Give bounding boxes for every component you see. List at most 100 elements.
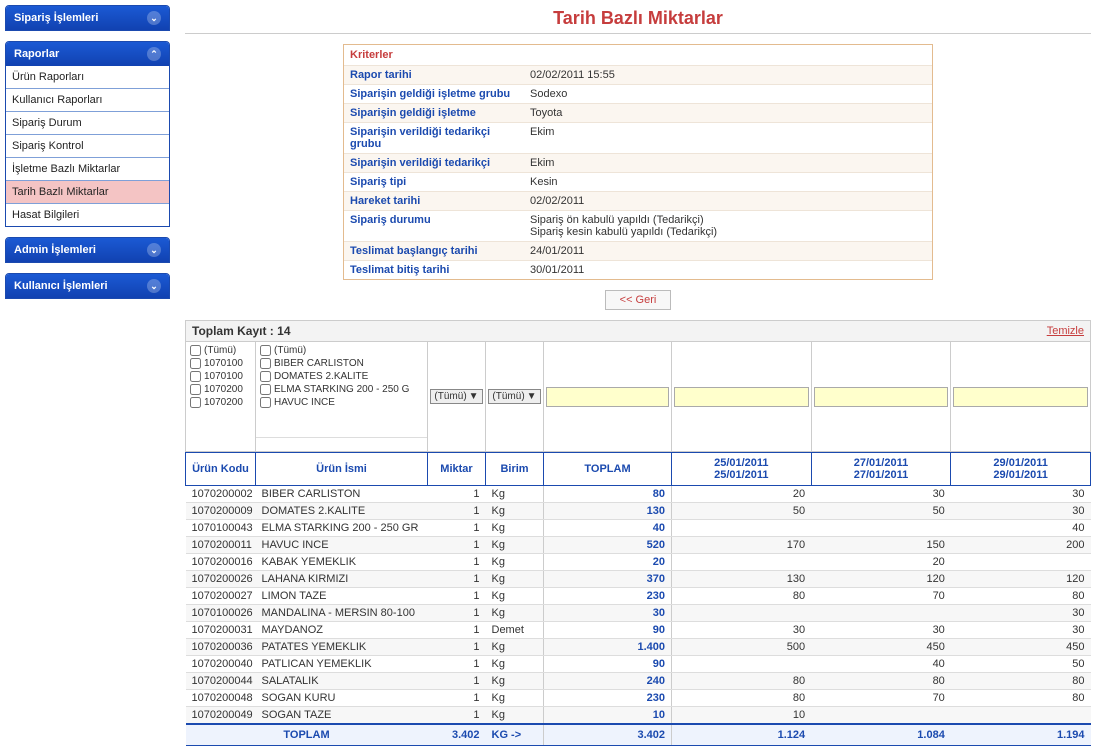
filter-item[interactable]: BIBER CARLISTON xyxy=(258,357,425,370)
cell-code: 1070200044 xyxy=(186,673,256,690)
filter-zone: (Tümü) 1070100 1070100 1070200 1070200 (… xyxy=(185,342,1091,452)
table-row[interactable]: 1070200031MAYDANOZ1Demet90303030 xyxy=(186,622,1091,639)
cell-birim: Kg xyxy=(486,554,544,571)
cell-code: 1070200036 xyxy=(186,639,256,656)
criteria-row: Hareket tarihi02/02/2011 xyxy=(344,191,932,210)
cell-date-value: 150 xyxy=(811,537,951,554)
cell-date-value: 30 xyxy=(811,622,951,639)
filter-item[interactable]: HAVUC INCE xyxy=(258,396,425,409)
criteria-box: Kriterler Rapor tarihi02/02/2011 15:55 Si… xyxy=(343,44,933,280)
sidebar-item[interactable]: Kullanıcı Raporları xyxy=(6,88,169,111)
filter-toplam-input[interactable] xyxy=(546,387,669,407)
table-row[interactable]: 1070200044SALATALIK1Kg240808080 xyxy=(186,673,1091,690)
cell-date-value xyxy=(672,656,812,673)
table-row[interactable]: 1070200036PATATES YEMEKLIK1Kg1.400500450… xyxy=(186,639,1091,656)
cell-toplam: 370 xyxy=(544,571,672,588)
table-row[interactable]: 1070200026LAHANA KIRMIZI1Kg370130120120 xyxy=(186,571,1091,588)
filter-list-names[interactable]: (Tümü) BIBER CARLISTON DOMATES 2.KALITE … xyxy=(256,342,427,437)
filter-scroll-x[interactable] xyxy=(256,437,427,451)
cell-date-value xyxy=(672,605,812,622)
filter-item[interactable]: DOMATES 2.KALITE xyxy=(258,370,425,383)
cell-miktar: 1 xyxy=(428,656,486,673)
nav-label: Kullanıcı İşlemleri xyxy=(14,280,108,292)
checkbox[interactable] xyxy=(260,384,271,395)
table-row[interactable]: 1070100026MANDALINA - MERSIN 80-1001Kg30… xyxy=(186,605,1091,622)
sidebar-item[interactable]: İşletme Bazlı Miktarlar xyxy=(6,157,169,180)
nav-header-raporlar[interactable]: Raporlar ⌃ xyxy=(6,42,169,66)
chevron-down-icon: ⌄ xyxy=(147,279,161,293)
cell-date-value: 20 xyxy=(811,554,951,571)
table-row[interactable]: 1070200011HAVUC INCE1Kg520170150200 xyxy=(186,537,1091,554)
cell-toplam: 130 xyxy=(544,503,672,520)
cell-miktar: 1 xyxy=(428,486,486,503)
checkbox[interactable] xyxy=(190,358,201,369)
filter-miktar-all[interactable]: (Tümü)▼ xyxy=(430,389,482,404)
table-row[interactable]: 1070200040PATLICAN YEMEKLIK1Kg904050 xyxy=(186,656,1091,673)
cell-name: LIMON TAZE xyxy=(256,588,428,605)
criteria-row: Teslimat bitiş tarihi30/01/2011 xyxy=(344,260,932,279)
checkbox[interactable] xyxy=(260,397,271,408)
filter-item[interactable]: 1070200 xyxy=(188,396,253,409)
filter-item[interactable]: 1070200 xyxy=(188,383,253,396)
th-date-0[interactable]: 25/01/201125/01/2011 xyxy=(672,453,812,486)
cell-date-value: 30 xyxy=(951,622,1091,639)
filter-list-codes[interactable]: (Tümü) 1070100 1070100 1070200 1070200 xyxy=(186,342,255,437)
th-birim[interactable]: Birim xyxy=(486,453,544,486)
cell-date-value: 40 xyxy=(811,656,951,673)
filter-date2-input[interactable] xyxy=(814,387,949,407)
criteria-row: Sipariş tipiKesin xyxy=(344,172,932,191)
th-date-2[interactable]: 29/01/201129/01/2011 xyxy=(951,453,1091,486)
cell-birim: Demet xyxy=(486,622,544,639)
cell-name: MANDALINA - MERSIN 80-100 xyxy=(256,605,428,622)
th-toplam[interactable]: TOPLAM xyxy=(544,453,672,486)
checkbox[interactable] xyxy=(190,397,201,408)
cell-name: ELMA STARKING 200 - 250 GR xyxy=(256,520,428,537)
criteria-row: Sipariş durumuSipariş ön kabulü yapıldı … xyxy=(344,210,932,241)
cell-miktar: 1 xyxy=(428,707,486,725)
table-row[interactable]: 1070200016KABAK YEMEKLIK1Kg2020 xyxy=(186,554,1091,571)
clear-link[interactable]: Temizle xyxy=(1047,325,1084,337)
filter-item-all[interactable]: (Tümü) xyxy=(188,344,253,357)
back-button[interactable]: << Geri xyxy=(605,290,672,310)
cell-name: SOGAN KURU xyxy=(256,690,428,707)
th-miktar[interactable]: Miktar xyxy=(428,453,486,486)
nav-header-admin[interactable]: Admin İşlemleri ⌄ xyxy=(6,238,169,262)
th-code[interactable]: Ürün Kodu xyxy=(186,453,256,486)
sidebar-item[interactable]: Tarih Bazlı Miktarlar xyxy=(6,180,169,203)
checkbox[interactable] xyxy=(190,371,201,382)
table-row[interactable]: 1070200009DOMATES 2.KALITE1Kg130505030 xyxy=(186,503,1091,520)
cell-date-value: 50 xyxy=(811,503,951,520)
sidebar-item[interactable]: Sipariş Kontrol xyxy=(6,134,169,157)
criteria-label: Siparişin verildiği tedarikçi xyxy=(344,154,524,172)
table-row[interactable]: 1070200049SOGAN TAZE1Kg1010 xyxy=(186,707,1091,725)
cell-toplam: 240 xyxy=(544,673,672,690)
table-row[interactable]: 1070200002BIBER CARLISTON1Kg80203030 xyxy=(186,486,1091,503)
sidebar-item[interactable]: Sipariş Durum xyxy=(6,111,169,134)
checkbox[interactable] xyxy=(260,371,271,382)
filter-date3-input[interactable] xyxy=(953,387,1088,407)
table-row[interactable]: 1070200048SOGAN KURU1Kg230807080 xyxy=(186,690,1091,707)
cell-date-value: 80 xyxy=(951,690,1091,707)
checkbox[interactable] xyxy=(190,345,201,356)
sidebar-item[interactable]: Ürün Raporları xyxy=(6,66,169,88)
cell-birim: Kg xyxy=(486,656,544,673)
checkbox[interactable] xyxy=(260,358,271,369)
th-date-1[interactable]: 27/01/201127/01/2011 xyxy=(811,453,951,486)
filter-item-all[interactable]: (Tümü) xyxy=(258,344,425,357)
filter-birim-all[interactable]: (Tümü)▼ xyxy=(488,389,540,404)
table-row[interactable]: 1070200027LIMON TAZE1Kg230807080 xyxy=(186,588,1091,605)
checkbox[interactable] xyxy=(260,345,271,356)
nav-header-siparis[interactable]: Sipariş İşlemleri ⌄ xyxy=(6,6,169,30)
sidebar-item[interactable]: Hasat Bilgileri xyxy=(6,203,169,226)
checkbox[interactable] xyxy=(190,384,201,395)
criteria-row: Rapor tarihi02/02/2011 15:55 xyxy=(344,65,932,84)
filter-item[interactable]: 1070100 xyxy=(188,357,253,370)
table-row[interactable]: 1070100043ELMA STARKING 200 - 250 GR1Kg4… xyxy=(186,520,1091,537)
nav-header-kullanici[interactable]: Kullanıcı İşlemleri ⌄ xyxy=(6,274,169,298)
filter-date1-input[interactable] xyxy=(674,387,809,407)
cell-birim: Kg xyxy=(486,639,544,656)
filter-item[interactable]: ELMA STARKING 200 - 250 G xyxy=(258,383,425,396)
th-name[interactable]: Ürün İsmi xyxy=(256,453,428,486)
filter-item[interactable]: 1070100 xyxy=(188,370,253,383)
criteria-heading: Kriterler xyxy=(344,45,932,65)
